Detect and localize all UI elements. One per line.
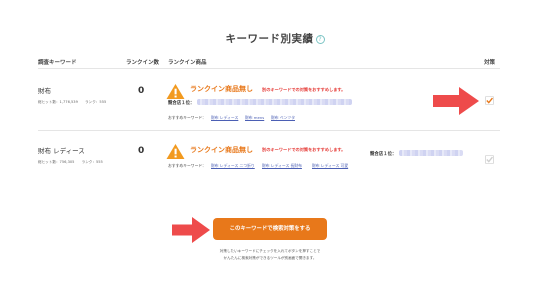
competitor-label: 競合店１位： bbox=[370, 152, 397, 157]
cta-note-line1: 対策したいキーワードにチェックを入れてボタンを押すことで bbox=[219, 249, 321, 253]
help-icon[interactable]: ? bbox=[315, 35, 325, 44]
suggest-keyword-link[interactable]: 財布 mens bbox=[245, 115, 264, 121]
no-rank-message: ランクイン商品無し bbox=[190, 85, 253, 93]
advice-text: 別のキーワードでの対策をおすすめします。 bbox=[262, 147, 346, 152]
header-divider bbox=[38, 68, 500, 69]
suggest-label: おすすめキーワード： bbox=[168, 115, 206, 120]
search-optimize-button[interactable]: このキーワードで検索対策をする bbox=[213, 218, 327, 240]
cta-note-line2: かんたんに検索対策ができるツールが別画面で開きます。 bbox=[223, 256, 317, 260]
advice-text: 別のキーワードでの対策をおすすめします。 bbox=[262, 87, 346, 92]
warning-icon bbox=[166, 83, 185, 100]
row-divider bbox=[38, 130, 500, 131]
checkbox-icon[interactable] bbox=[485, 96, 494, 105]
keyword-label: 財布 レディース bbox=[38, 147, 85, 155]
header-action: 対策 bbox=[484, 60, 496, 66]
rank-count: 0 bbox=[138, 86, 145, 96]
pointer-arrow-icon bbox=[433, 87, 479, 115]
header-keyword: 調査キーワード bbox=[38, 60, 77, 66]
competitor-label: 競合店１位： bbox=[168, 101, 195, 106]
warning-icon bbox=[166, 143, 185, 160]
rank-count: 0 bbox=[138, 146, 145, 156]
pointer-arrow-icon bbox=[172, 217, 210, 243]
competitor-product-blurred[interactable] bbox=[197, 99, 352, 105]
suggest-keyword-link[interactable]: 財布 レディース bbox=[211, 115, 238, 121]
header-rank-product: ランクイン商品 bbox=[168, 60, 207, 66]
suggest-keyword-link[interactable]: 財布 ベンツタ bbox=[271, 115, 295, 121]
keyword-label: 財布 bbox=[38, 87, 51, 95]
checkbox-icon[interactable] bbox=[485, 155, 494, 164]
suggest-keyword-link[interactable]: 財布 レディース 可愛 bbox=[312, 163, 348, 169]
header-rank-count: ランクイン数 bbox=[126, 60, 160, 66]
keyword-stats: 総ヒット数：1,776,539 ランク：555 bbox=[38, 100, 107, 104]
no-rank-message: ランクイン商品無し bbox=[190, 146, 253, 154]
suggest-keyword-link[interactable]: 財布 レディース 二つ折り bbox=[211, 163, 255, 169]
page-title: キーワード別実績 bbox=[225, 33, 314, 45]
page-title-row: キーワード別実績? bbox=[0, 27, 550, 46]
suggest-keyword-link[interactable]: 財布 レディース 長財布 bbox=[262, 163, 302, 169]
keyword-stats: 総ヒット数：756,305 ランク：555 bbox=[38, 160, 103, 164]
competitor-product-blurred[interactable] bbox=[399, 150, 463, 156]
suggest-label: おすすめキーワード： bbox=[168, 163, 206, 168]
